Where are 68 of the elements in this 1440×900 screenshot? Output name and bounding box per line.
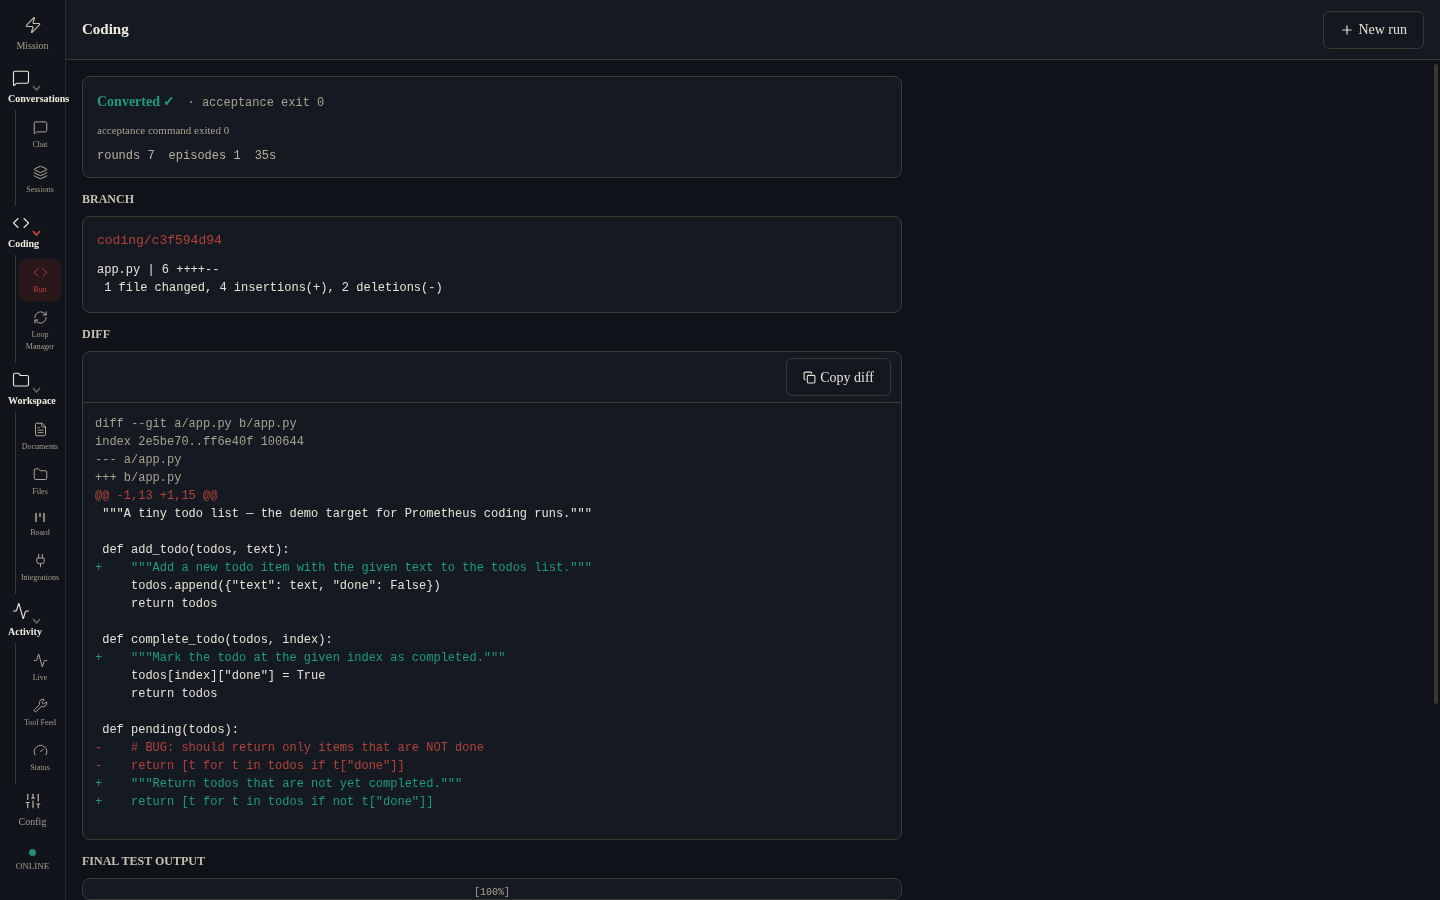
- status-label: ONLINE: [15, 860, 50, 873]
- sidebar-subitem[interactable]: Chat: [19, 114, 61, 157]
- diff-line: + return [t for t in todos if not t["done"]]: [95, 794, 435, 811]
- sidebar-subitem[interactable]: Integrations: [19, 547, 61, 590]
- diff-line: + """Mark the todo at the given index as completed.""": [95, 650, 507, 667]
- folder-icon: [32, 467, 48, 482]
- pulse-icon: [32, 653, 48, 668]
- diff-line: --- a/app.py: [95, 452, 183, 469]
- section-heading: DIFF: [82, 326, 111, 343]
- diff-line: return todos: [130, 596, 219, 613]
- sidebar-subitem[interactable]: Documents: [19, 416, 61, 459]
- sidebar-group[interactable]: Activity: [0, 594, 65, 643]
- lightning-icon: [23, 16, 42, 34]
- gauge-icon: [32, 743, 48, 758]
- run-stat: 35s: [254, 148, 277, 164]
- section-heading: FINAL TEST OUTPUT: [82, 853, 206, 870]
- layers-icon: [32, 165, 48, 180]
- diff-line: todos.append({"text": text, "done": False}): [130, 578, 442, 595]
- diff-line: +++ b/app.py: [95, 470, 183, 487]
- diff-line: + """Add a new todo item with the given text to the todos list.""": [95, 560, 593, 577]
- chat-bubble-icon: [12, 69, 30, 87]
- diffstat-line: app.py | 6 ++++--: [97, 262, 221, 279]
- new-run-button[interactable]: New run: [1323, 10, 1424, 49]
- diff-line: + """Return todos that are not yet completed.""": [95, 776, 464, 793]
- code-icon: [32, 265, 48, 280]
- pulse-icon: [12, 602, 30, 620]
- sliders-icon: [23, 792, 42, 810]
- copy-icon: [803, 370, 817, 384]
- wrench-icon: [32, 698, 48, 713]
- sidebar-item[interactable]: Config: [0, 784, 65, 837]
- diff-line: - # BUG: should return only items that are NOT done: [95, 740, 485, 757]
- diff-line: index 2e5be70..ff6e40f 100644: [95, 434, 305, 451]
- diff-line: return todos: [130, 686, 219, 703]
- sidebar-group[interactable]: Coding: [0, 206, 65, 255]
- status-detail: · acceptance exit 0: [187, 95, 325, 112]
- diff-line: """A tiny todo list — the demo target for Prometheus coding runs.""": [101, 506, 593, 523]
- sidebar-item[interactable]: Mission: [0, 8, 65, 61]
- diff-line: def add_todo(todos, text):: [101, 542, 291, 559]
- sidebar-subitem[interactable]: Loop Manager: [19, 304, 61, 359]
- result-message: acceptance command exited 0: [97, 123, 231, 138]
- status-text: Converted ✓: [97, 93, 176, 111]
- test-output-text: [100%]: [474, 887, 510, 899]
- diff-line: def pending(todos):: [101, 722, 241, 739]
- sidebar-subitem[interactable]: Status: [19, 737, 61, 780]
- sidebar-subitem[interactable]: Sessions: [19, 159, 61, 202]
- sidebar-subitem[interactable]: Tool Feed: [19, 692, 61, 735]
- sidebar-subitem[interactable]: Files: [19, 461, 61, 504]
- sidebar-subitem[interactable]: Live: [19, 647, 61, 690]
- document-icon: [32, 422, 48, 437]
- folder-icon: [12, 371, 30, 389]
- branch-name: coding/c3f594d94: [97, 232, 223, 250]
- chat-bubble-icon: [32, 120, 48, 135]
- diff-line: - return [t for t in todos if t["done"]]: [95, 758, 406, 775]
- sidebar-group[interactable]: Workspace: [0, 363, 65, 412]
- run-stat: rounds 7: [97, 148, 155, 164]
- plus-icon: [1340, 22, 1355, 37]
- diff-line: def complete_todo(todos, index):: [101, 632, 334, 649]
- board-icon: [34, 512, 46, 523]
- copy-diff-button[interactable]: Copy diff: [786, 358, 891, 396]
- diff-line: @@ -1,13 +1,15 @@: [95, 488, 219, 505]
- diffstat-line: 1 file changed, 4 insertions(+), 2 deletions(-): [103, 280, 444, 297]
- page-title: Coding: [82, 20, 129, 40]
- sidebar-subitem[interactable]: Board: [19, 506, 61, 545]
- refresh-icon: [32, 310, 48, 325]
- diff-line: todos[index]["done"] = True: [130, 668, 327, 685]
- run-stat: episodes 1: [168, 148, 241, 164]
- diff-line: diff --git a/app.py b/app.py: [95, 416, 298, 433]
- section-heading: BRANCH: [82, 191, 135, 208]
